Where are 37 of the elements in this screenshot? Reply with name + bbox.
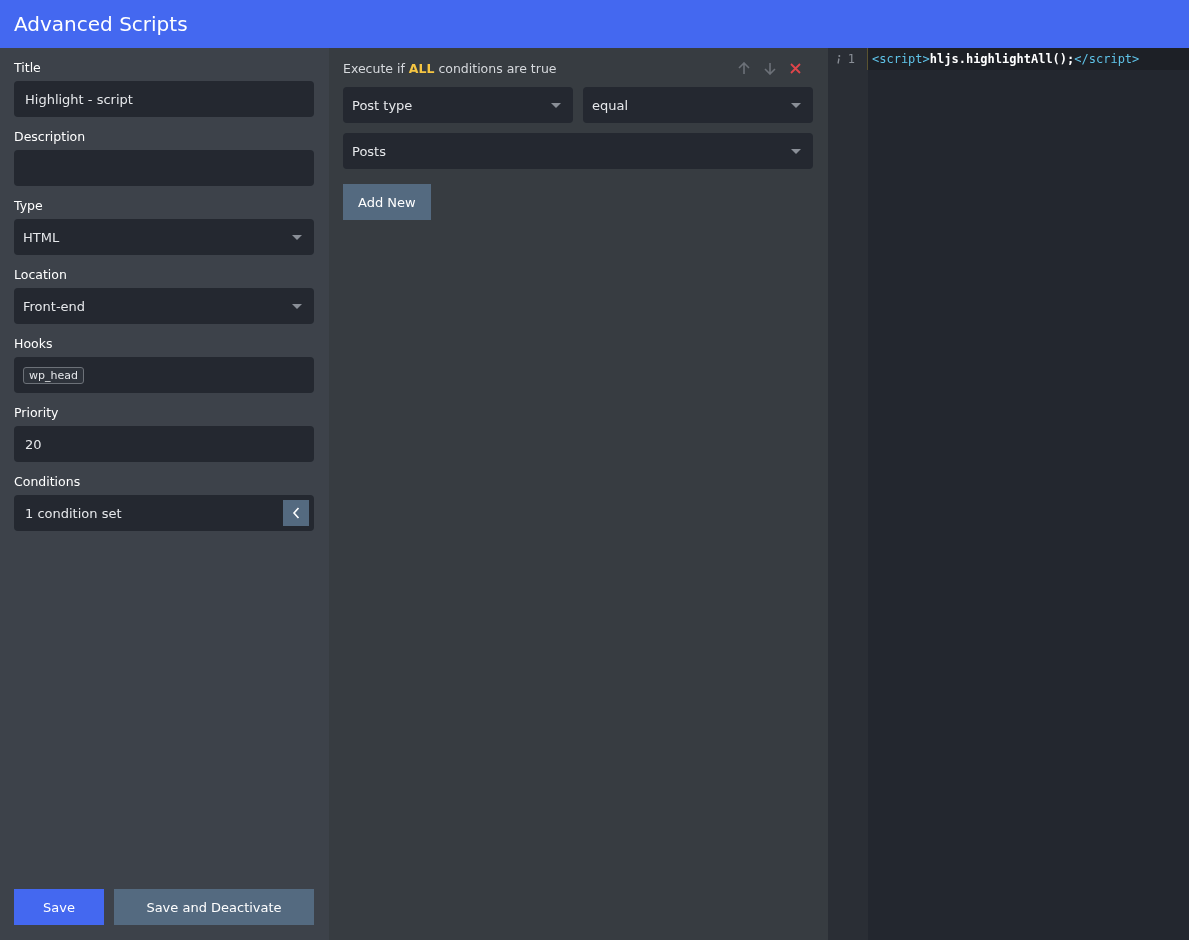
select-field[interactable]: HTML — [14, 219, 314, 255]
arrow-down-icon[interactable] — [764, 61, 776, 75]
field-label: Location — [14, 266, 68, 284]
select-field[interactable]: Posts — [343, 133, 813, 169]
field-label: Type — [14, 197, 44, 215]
caret-icon — [791, 102, 801, 108]
conditions-heading: Execute if ALL conditions are true — [343, 60, 557, 76]
text-field[interactable]: Highlight - script — [14, 81, 314, 117]
info-icon — [835, 54, 841, 64]
save-and-deactivate-button[interactable]: Save and Deactivate — [114, 889, 314, 925]
select-field[interactable]: Post type — [343, 87, 573, 123]
close-icon[interactable] — [790, 62, 801, 74]
add-new-button[interactable]: Add New — [343, 184, 431, 220]
caret-icon — [292, 303, 302, 309]
select-field[interactable]: Front-end — [14, 288, 314, 324]
field-label: Title — [14, 59, 42, 77]
conditions-summary: 1 condition set — [25, 505, 122, 521]
collapse-button[interactable] — [283, 500, 309, 526]
text-field[interactable]: 20 — [14, 426, 314, 462]
line-number: 1 — [847, 52, 855, 66]
field-label: Priority — [14, 404, 60, 422]
code-editor[interactable]: 1 <script>hljs.highlightAll();</script> — [828, 48, 1189, 940]
save-button[interactable]: Save — [14, 889, 104, 925]
field-label: Description — [14, 128, 87, 146]
arrow-up-icon[interactable] — [738, 61, 750, 75]
field-label: Conditions — [14, 473, 82, 491]
caret-icon — [292, 234, 302, 240]
tags-field[interactable]: wp_head — [14, 357, 314, 393]
caret-icon — [551, 102, 561, 108]
app-title: Advanced Scripts — [14, 12, 188, 36]
text-field[interactable] — [14, 150, 314, 186]
code-line: <script>hljs.highlightAll();</script> — [871, 51, 1140, 68]
hook-tag[interactable]: wp_head — [23, 366, 84, 384]
caret-icon — [791, 148, 801, 154]
field-label: Hooks — [14, 335, 54, 353]
chevron-left-icon — [292, 507, 300, 519]
select-field[interactable]: equal — [583, 87, 813, 123]
